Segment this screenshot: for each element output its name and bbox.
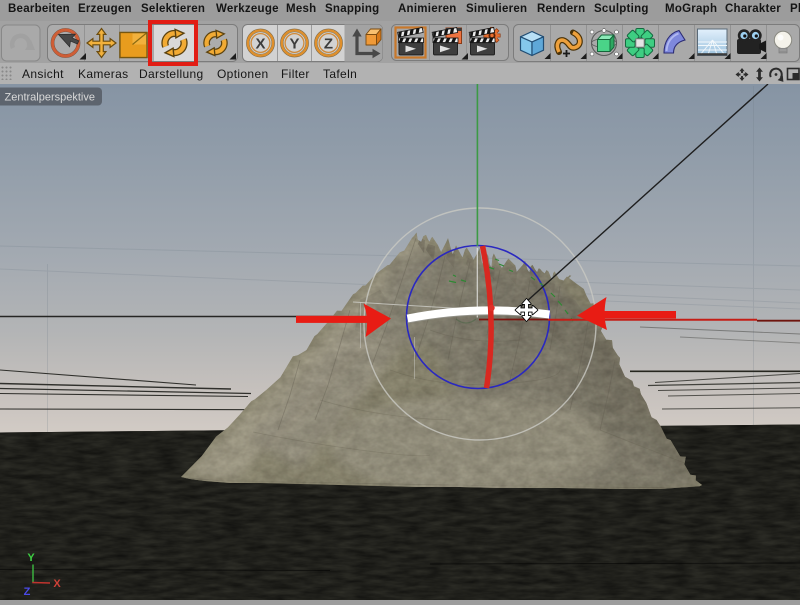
- svg-text:X: X: [53, 578, 61, 590]
- svg-text:Z: Z: [24, 586, 31, 598]
- svg-text:Z: Z: [324, 36, 333, 53]
- svg-text:X: X: [255, 36, 265, 53]
- svg-text:Y: Y: [27, 552, 35, 564]
- svg-text:Y: Y: [289, 36, 299, 53]
- svg-text:Zentralperspektive: Zentralperspektive: [5, 92, 96, 104]
